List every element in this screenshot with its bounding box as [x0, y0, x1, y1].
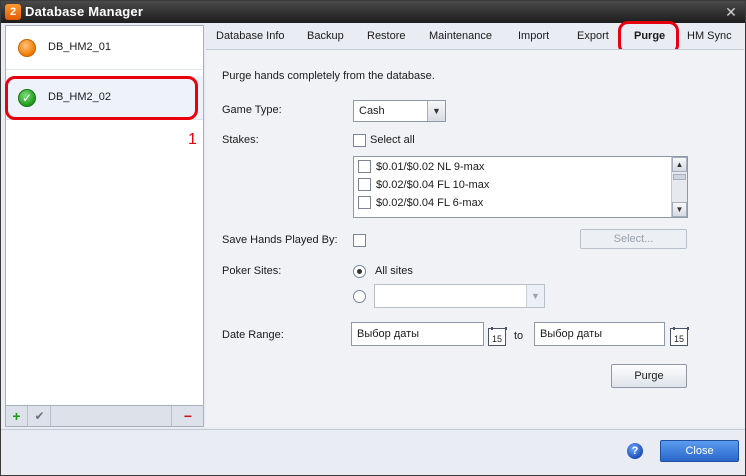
- window-close-icon[interactable]: ✕: [723, 4, 739, 20]
- annotation-number-1: 1: [188, 131, 197, 148]
- date-to-text: Выбор даты: [540, 328, 603, 340]
- save-hands-checkbox[interactable]: [353, 234, 366, 247]
- scroll-down-icon[interactable]: ▼: [672, 202, 687, 217]
- title-bar[interactable]: 2 Database Manager ✕: [1, 1, 745, 23]
- database-status-icon: [18, 39, 36, 57]
- date-from-text: Выбор даты: [357, 328, 420, 340]
- select-players-button[interactable]: Select...: [580, 229, 687, 249]
- scroll-up-icon[interactable]: ▲: [672, 157, 687, 172]
- purge-panel: Purge hands completely from the database…: [206, 49, 744, 427]
- database-list-toolbar: + ✔ −: [5, 405, 204, 427]
- tab-export[interactable]: Export: [577, 30, 609, 42]
- stake-checkbox[interactable]: [358, 178, 371, 191]
- stakes-label: Stakes:: [222, 134, 259, 146]
- game-type-label: Game Type:: [222, 104, 282, 116]
- database-item[interactable]: DB_HM2_01: [6, 26, 203, 70]
- select-all-checkbox[interactable]: [353, 134, 366, 147]
- database-name: DB_HM2_01: [48, 41, 111, 53]
- date-range-label: Date Range:: [222, 329, 284, 341]
- dropdown-arrow-icon[interactable]: ▼: [427, 101, 445, 121]
- tab-restore[interactable]: Restore: [367, 30, 406, 42]
- annotation-highlight-1: [5, 76, 198, 120]
- tab-database-info[interactable]: Database Info: [216, 30, 285, 42]
- dropdown-arrow-icon[interactable]: ▼: [526, 285, 544, 307]
- poker-site-select[interactable]: ▼: [374, 284, 545, 308]
- all-sites-radio[interactable]: [353, 265, 366, 278]
- toolbar-spacer: [52, 406, 172, 426]
- stake-checkbox[interactable]: [358, 160, 371, 173]
- game-type-select[interactable]: Cash ▼: [353, 100, 446, 122]
- activate-database-button[interactable]: ✔: [29, 406, 51, 426]
- poker-sites-label: Poker Sites:: [222, 265, 282, 277]
- to-label: to: [514, 330, 524, 342]
- all-sites-label: All sites: [375, 265, 413, 277]
- stakes-list: $0.01/$0.02 NL 9-max $0.02/$0.04 FL 10-m…: [353, 156, 688, 218]
- select-all-label: Select all: [370, 134, 415, 146]
- app-icon: 2: [5, 4, 21, 20]
- game-type-value: Cash: [359, 105, 385, 117]
- tab-import[interactable]: Import: [518, 30, 549, 42]
- stake-label: $0.02/$0.04 FL 10-max: [376, 179, 490, 191]
- purge-description: Purge hands completely from the database…: [222, 70, 435, 82]
- tab-maintenance[interactable]: Maintenance: [429, 30, 492, 42]
- purge-button[interactable]: Purge: [611, 364, 687, 388]
- window-title: Database Manager: [25, 4, 144, 19]
- stake-label: $0.01/$0.02 NL 9-max: [376, 161, 485, 173]
- tab-hm-sync[interactable]: HM Sync: [687, 30, 732, 42]
- stake-label: $0.02/$0.04 FL 6-max: [376, 197, 484, 209]
- remove-database-button[interactable]: −: [173, 406, 203, 426]
- specific-site-radio[interactable]: [353, 290, 366, 303]
- help-icon[interactable]: ?: [627, 443, 643, 459]
- database-manager-window: 2 Database Manager ✕ DB_HM2_01 ✓ DB_HM2_…: [0, 0, 746, 476]
- calendar-icon[interactable]: 15: [670, 327, 689, 346]
- scroll-thumb[interactable]: [673, 174, 686, 180]
- save-hands-label: Save Hands Played By:: [222, 234, 338, 246]
- calendar-icon[interactable]: 15: [488, 327, 507, 346]
- close-button[interactable]: Close: [660, 440, 739, 462]
- dialog-footer: ? Close: [1, 429, 745, 475]
- date-to-field[interactable]: Выбор даты: [534, 322, 665, 346]
- date-from-field[interactable]: Выбор даты: [351, 322, 484, 346]
- stake-checkbox[interactable]: [358, 196, 371, 209]
- tab-backup[interactable]: Backup: [307, 30, 344, 42]
- stakes-scrollbar[interactable]: ▲ ▼: [671, 157, 687, 217]
- add-database-button[interactable]: +: [6, 406, 28, 426]
